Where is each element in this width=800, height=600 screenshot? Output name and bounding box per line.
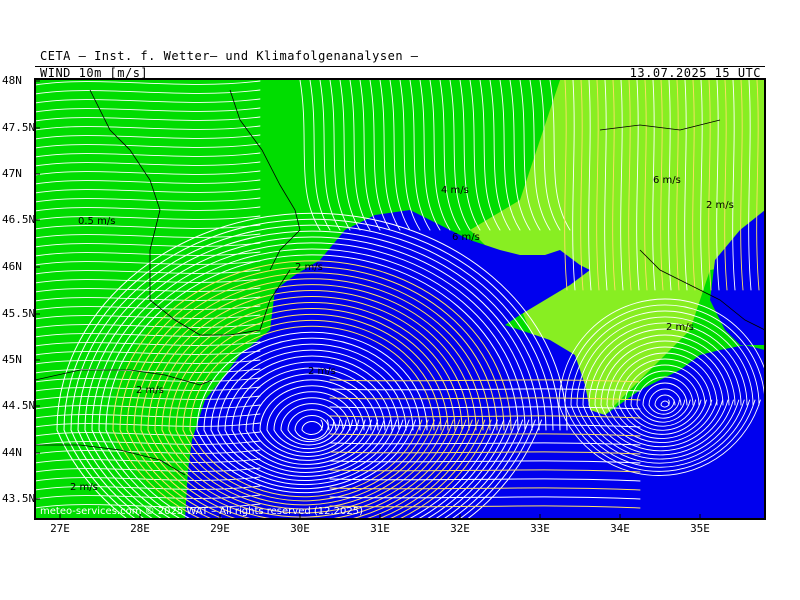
wind-speed-label: 6 m/s: [452, 232, 480, 243]
lat-label: 46.5N: [2, 213, 36, 226]
wind-speed-label: 0.5 m/s: [78, 216, 116, 227]
wind-speed-label: 2 m/s: [70, 482, 98, 493]
lon-label: 34E: [610, 522, 630, 535]
wind-speed-label: 4 m/s: [441, 185, 469, 196]
lat-label: 44.5N: [2, 399, 36, 412]
lon-label: 35E: [690, 522, 710, 535]
header-rule: [35, 66, 765, 67]
lat-label: 45.5N: [2, 307, 36, 320]
wind-speed-label: 6 m/s: [653, 175, 681, 186]
copyright-footer: meteo-services.com © 2025 WAT – All righ…: [40, 506, 364, 517]
wind-speed-label: 2 m/s: [136, 385, 164, 396]
lon-label: 27E: [50, 522, 70, 535]
lat-label: 43.5N: [2, 492, 36, 505]
wind-speed-label: 2 m/s: [295, 262, 323, 273]
wind-speed-label: 2 m/s: [706, 200, 734, 211]
wind-speed-label: 2 m/s: [666, 322, 694, 333]
lon-label: 32E: [450, 522, 470, 535]
lon-label: 31E: [370, 522, 390, 535]
lat-label: 47N: [2, 167, 22, 180]
lon-label: 33E: [530, 522, 550, 535]
lat-label: 45N: [2, 353, 22, 366]
wind-speed-label: 2 m/s: [308, 366, 336, 377]
lat-label: 47.5N: [2, 121, 36, 134]
lon-label: 29E: [210, 522, 230, 535]
lat-label: 44N: [2, 446, 22, 459]
lon-label: 30E: [290, 522, 310, 535]
lat-label: 48N: [2, 74, 22, 87]
lon-label: 28E: [130, 522, 150, 535]
lat-label: 46N: [2, 260, 22, 273]
